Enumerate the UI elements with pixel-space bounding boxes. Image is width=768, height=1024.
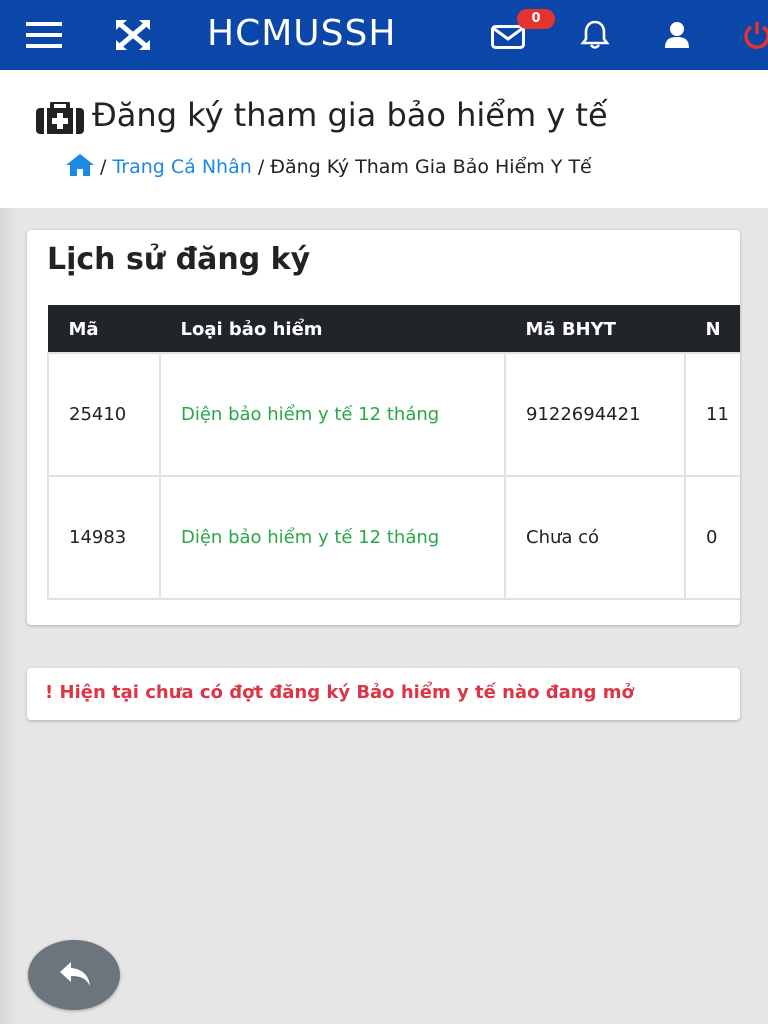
exclamation-icon: ! — [45, 682, 54, 703]
back-button[interactable] — [28, 940, 120, 1010]
expand-icon[interactable] — [116, 20, 150, 50]
cell-next: 11 — [684, 352, 740, 477]
column-header-ma: Mã — [47, 305, 161, 354]
cell-ma: 25410 — [47, 352, 161, 477]
column-header-loai-bao-hiem: Loại bảo hiểm — [159, 305, 506, 354]
cell-ma: 14983 — [47, 475, 161, 600]
breadcrumb-separator: / — [257, 156, 265, 178]
cell-loai-bao-hiem: Diện bảo hiểm y tế 12 tháng — [159, 475, 506, 600]
page-edge-shadow — [0, 208, 18, 1024]
reply-icon — [60, 962, 90, 986]
bell-icon[interactable] — [580, 20, 610, 50]
cell-loai-bao-hiem: Diện bảo hiểm y tế 12 tháng — [159, 352, 506, 477]
mail-count-badge: 0 — [517, 9, 555, 29]
brand-title[interactable]: HCMUSSH — [207, 12, 396, 56]
menu-icon[interactable] — [26, 22, 62, 48]
user-icon[interactable] — [664, 21, 690, 49]
table-header-row: Mã Loại bảo hiểm Mã BHYT N — [47, 305, 740, 354]
power-icon[interactable] — [742, 20, 768, 50]
column-header-next: N — [684, 305, 740, 354]
breadcrumb-current: Đăng Ký Tham Gia Bảo Hiểm Y Tế — [270, 156, 592, 178]
home-icon[interactable] — [66, 154, 94, 176]
breadcrumb: / Trang Cá Nhân / Đăng Ký Tham Gia Bảo H… — [66, 154, 592, 178]
card-title: Lịch sử đăng ký — [47, 242, 311, 277]
table-row: 25410 Diện bảo hiểm y tế 12 tháng 912269… — [47, 352, 740, 477]
history-table: Mã Loại bảo hiểm Mã BHYT N 25410 Diện bả… — [47, 305, 740, 600]
alert-message: Hiện tại chưa có đợt đăng ký Bảo hiểm y … — [59, 682, 634, 703]
cell-ma-bhyt: Chưa có — [504, 475, 686, 600]
registration-closed-alert: ! Hiện tại chưa có đợt đăng ký Bảo hiểm … — [27, 668, 740, 720]
cell-next: 0 — [684, 475, 740, 600]
table-row: 14983 Diện bảo hiểm y tế 12 tháng Chưa c… — [47, 475, 740, 600]
top-navbar: HCMUSSH 0 — [0, 0, 768, 70]
history-table-scroll[interactable]: Mã Loại bảo hiểm Mã BHYT N 25410 Diện bả… — [47, 305, 740, 600]
breadcrumb-separator: / — [100, 156, 107, 178]
mail-icon[interactable] — [491, 25, 525, 49]
medkit-icon — [36, 102, 84, 134]
page-header: Đăng ký tham gia bảo hiểm y tế / Trang C… — [0, 70, 768, 208]
breadcrumb-link-trang-ca-nhan[interactable]: Trang Cá Nhân — [112, 156, 251, 178]
registration-history-card: Lịch sử đăng ký Mã Loại bảo hiểm Mã BHYT… — [27, 230, 740, 625]
column-header-ma-bhyt: Mã BHYT — [504, 305, 686, 354]
page-title: Đăng ký tham gia bảo hiểm y tế — [92, 96, 608, 134]
cell-ma-bhyt: 9122694421 — [504, 352, 686, 477]
